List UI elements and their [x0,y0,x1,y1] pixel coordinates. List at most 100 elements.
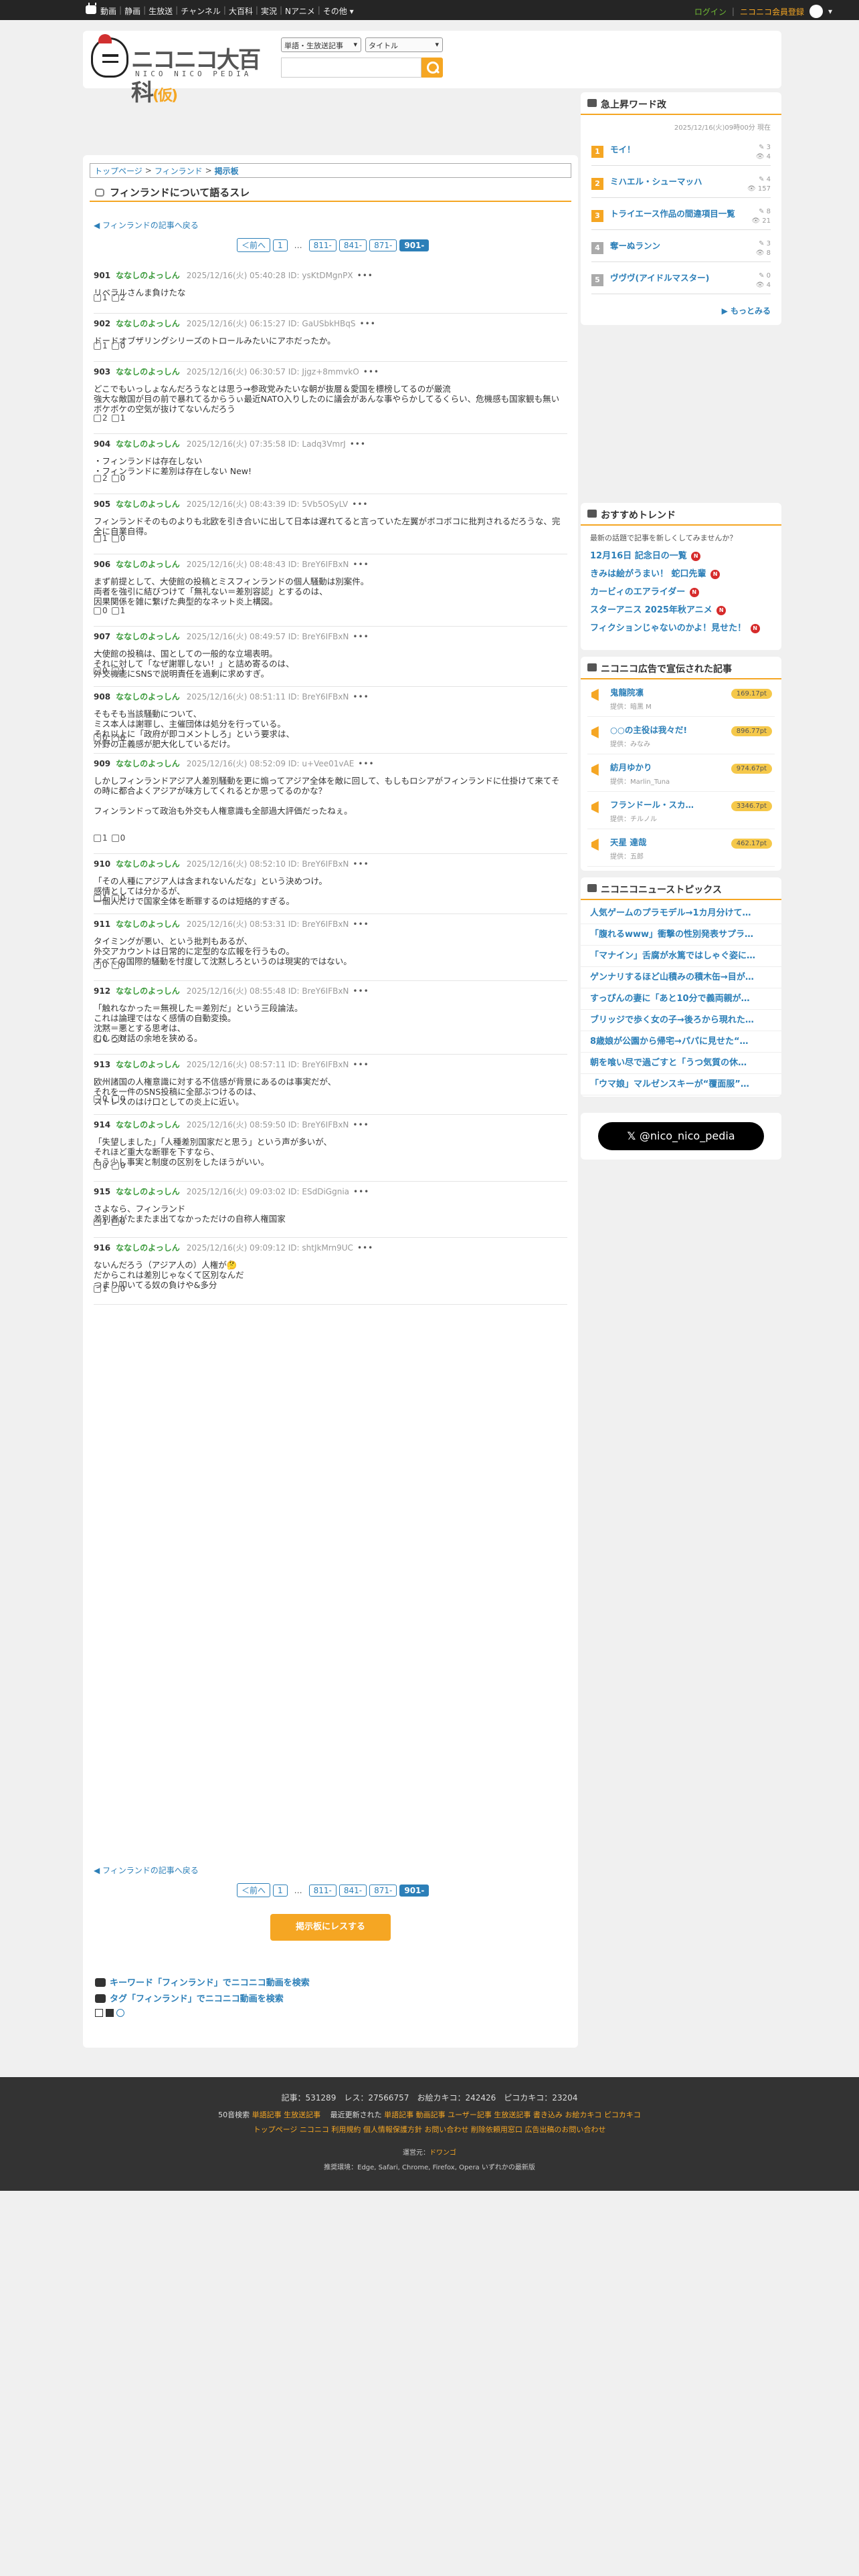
post-number[interactable]: 916 [94,1243,110,1253]
good-icon[interactable] [94,342,101,350]
good-icon[interactable] [94,1285,101,1293]
nav-channel[interactable]: チャンネル [181,5,221,17]
news-item[interactable]: ゲンナリするほど山積みの積木缶→目が… [581,967,781,988]
more-menu-icon[interactable]: ••• [353,859,369,869]
post-number[interactable]: 904 [94,439,110,449]
bad-icon[interactable] [111,962,119,969]
footer-link[interactable]: ニコニコ [300,2125,329,2134]
footer-link[interactable]: 生放送記事 [284,2111,320,2119]
bad-icon[interactable] [111,294,119,302]
chevron-down-icon[interactable]: ▾ [828,7,832,16]
more-menu-icon[interactable]: ••• [350,439,366,449]
nav-jikkyo[interactable]: 実況 [261,5,277,17]
footer-link[interactable]: ユーザー記事 [448,2111,492,2119]
trend-item[interactable]: 12月16日 記念日の一覧 N [581,546,781,564]
bad-icon[interactable] [111,835,119,842]
post-number[interactable]: 902 [94,319,110,328]
post-number[interactable]: 901 [94,271,110,280]
good-icon[interactable] [94,667,101,675]
nav-douga[interactable]: 動画 [100,5,116,17]
good-icon[interactable] [94,895,101,902]
search-button[interactable] [421,58,443,78]
news-item[interactable]: 人気ゲームのプラモデル→1カ月分けて… [581,903,781,924]
footer-link[interactable]: 利用規約 [331,2125,361,2134]
more-menu-icon[interactable]: ••• [353,1187,369,1196]
bad-icon[interactable] [111,342,119,350]
post-number[interactable]: 914 [94,1120,110,1130]
good-icon[interactable] [94,734,101,742]
more-menu-icon[interactable]: ••• [353,560,369,569]
footer-link[interactable]: 単語記事 [384,2111,413,2119]
news-item[interactable]: 「マナイン」舌腐が水篤ではしゃぐ姿に… [581,946,781,967]
bad-icon[interactable] [111,1095,119,1103]
footer-link[interactable]: トップページ [254,2125,298,2134]
site-logo[interactable]: ニコニコ大百科(仮) NICO NICO PEDIA [91,34,276,106]
post-number[interactable]: 911 [94,920,110,929]
reply-button[interactable]: 掲示板にレスする [270,1914,391,1941]
ad-article-title[interactable]: ○○の主役は我々だ! [610,725,710,735]
pager-page[interactable]: 871- [369,1884,397,1897]
post-number[interactable]: 903 [94,367,110,377]
bad-icon[interactable] [111,535,119,542]
trend-item[interactable]: きみは絵がうまい！ 蛇口先輩 N [581,564,781,582]
bad-icon[interactable] [111,667,119,675]
post-number[interactable]: 905 [94,500,110,509]
post-number[interactable]: 913 [94,1060,110,1069]
good-icon[interactable] [94,294,101,302]
ad-article-item[interactable]: 紡月ゆかり 提供：Marlin_Tuna 974.67pt [587,754,775,792]
pager-prev[interactable]: ＜前へ [237,1883,271,1897]
rising-word-title[interactable]: 奪ーぬランン [610,241,737,251]
x-share-icon[interactable] [106,2009,114,2017]
more-menu-icon[interactable]: ••• [353,632,369,641]
ad-article-title[interactable]: 紡月ゆかり [610,762,710,772]
bad-icon[interactable] [111,895,119,902]
breadcrumb-top[interactable]: トップページ [94,165,142,177]
news-item[interactable]: 「ウマ娘」マルゼンスキーが“覆面服”… [581,1074,781,1095]
rising-word-title[interactable]: トライエース作品の間違項目一覧 [610,209,737,219]
pager-page[interactable]: 841- [339,1884,367,1897]
tag-search-link[interactable]: タグ「フィンランド」でニコニコ動画を検索 [95,1992,284,2004]
bad-icon[interactable] [111,475,119,482]
post-number[interactable]: 906 [94,560,110,569]
ad-article-title[interactable]: 鬼龍院凛 [610,687,710,697]
ad-article-item[interactable]: ○○の主役は我々だ! 提供：みなみ 896.77pt [587,717,775,754]
footer-link[interactable]: ピコカキコ [604,2111,641,2119]
bad-icon[interactable] [111,415,119,422]
footer-link[interactable]: 単語記事 [252,2111,282,2119]
footer-link[interactable]: 生放送記事 [494,2111,531,2119]
rising-word-item[interactable]: 1 モイ！ ✎ 3 👁 4 [591,139,771,166]
post-number[interactable]: 912 [94,986,110,996]
pager-page[interactable]: 811- [308,239,337,251]
trend-item[interactable]: スターアニス 2025年秋アニメ N [581,600,781,618]
bad-icon[interactable] [111,1162,119,1170]
news-item[interactable]: 8歳娘が公園から帰宅→パパに見せた“… [581,1031,781,1053]
ad-article-item[interactable]: 天星 達哉 提供：五郎 462.17pt [587,829,775,867]
footer-link[interactable]: お問い合わせ [424,2125,468,2134]
pager-prev[interactable]: ＜前へ [237,238,271,252]
back-to-article-link-bottom[interactable]: フィンランドの記事へ戻る [94,1864,199,1876]
breadcrumb-article[interactable]: フィンランド [155,165,203,177]
news-item[interactable]: すっぴんの妻に「あと10分で義両親が… [581,988,781,1010]
rising-word-title[interactable]: ヴヴヴ(アイドルマスター) [610,273,737,283]
more-menu-icon[interactable]: ••• [360,319,376,328]
pager-page[interactable]: 1 [273,1884,288,1897]
good-icon[interactable] [94,415,101,422]
good-icon[interactable] [94,835,101,842]
rising-word-item[interactable]: 4 奪ーぬランン ✎ 3 👁 8 [591,235,771,262]
bad-icon[interactable] [111,1218,119,1226]
nav-nanime[interactable]: Nアニメ [285,5,315,17]
good-icon[interactable] [94,607,101,615]
footer-link[interactable]: 削除依頼用窓口 [471,2125,522,2134]
good-icon[interactable] [94,475,101,482]
bad-icon[interactable] [111,1285,119,1293]
pager-page[interactable]: 811- [308,1884,337,1897]
pager-page[interactable]: 871- [369,239,397,251]
ad-article-item[interactable]: 鬼龍院凛 提供：暗黒 M 169.17pt [587,679,775,717]
good-icon[interactable] [94,962,101,969]
more-menu-icon[interactable]: ••• [353,920,369,929]
nav-live[interactable]: 生放送 [149,5,173,17]
search-target-select[interactable]: タイトル [365,37,443,52]
nav-dic[interactable]: 大百科 [229,5,253,17]
rising-word-item[interactable]: 2 ミハエル・シューマッハ ✎ 4 👁 157 [591,171,771,198]
trend-item[interactable]: フィクションじゃないのかよ！見せた！ N [581,618,781,636]
